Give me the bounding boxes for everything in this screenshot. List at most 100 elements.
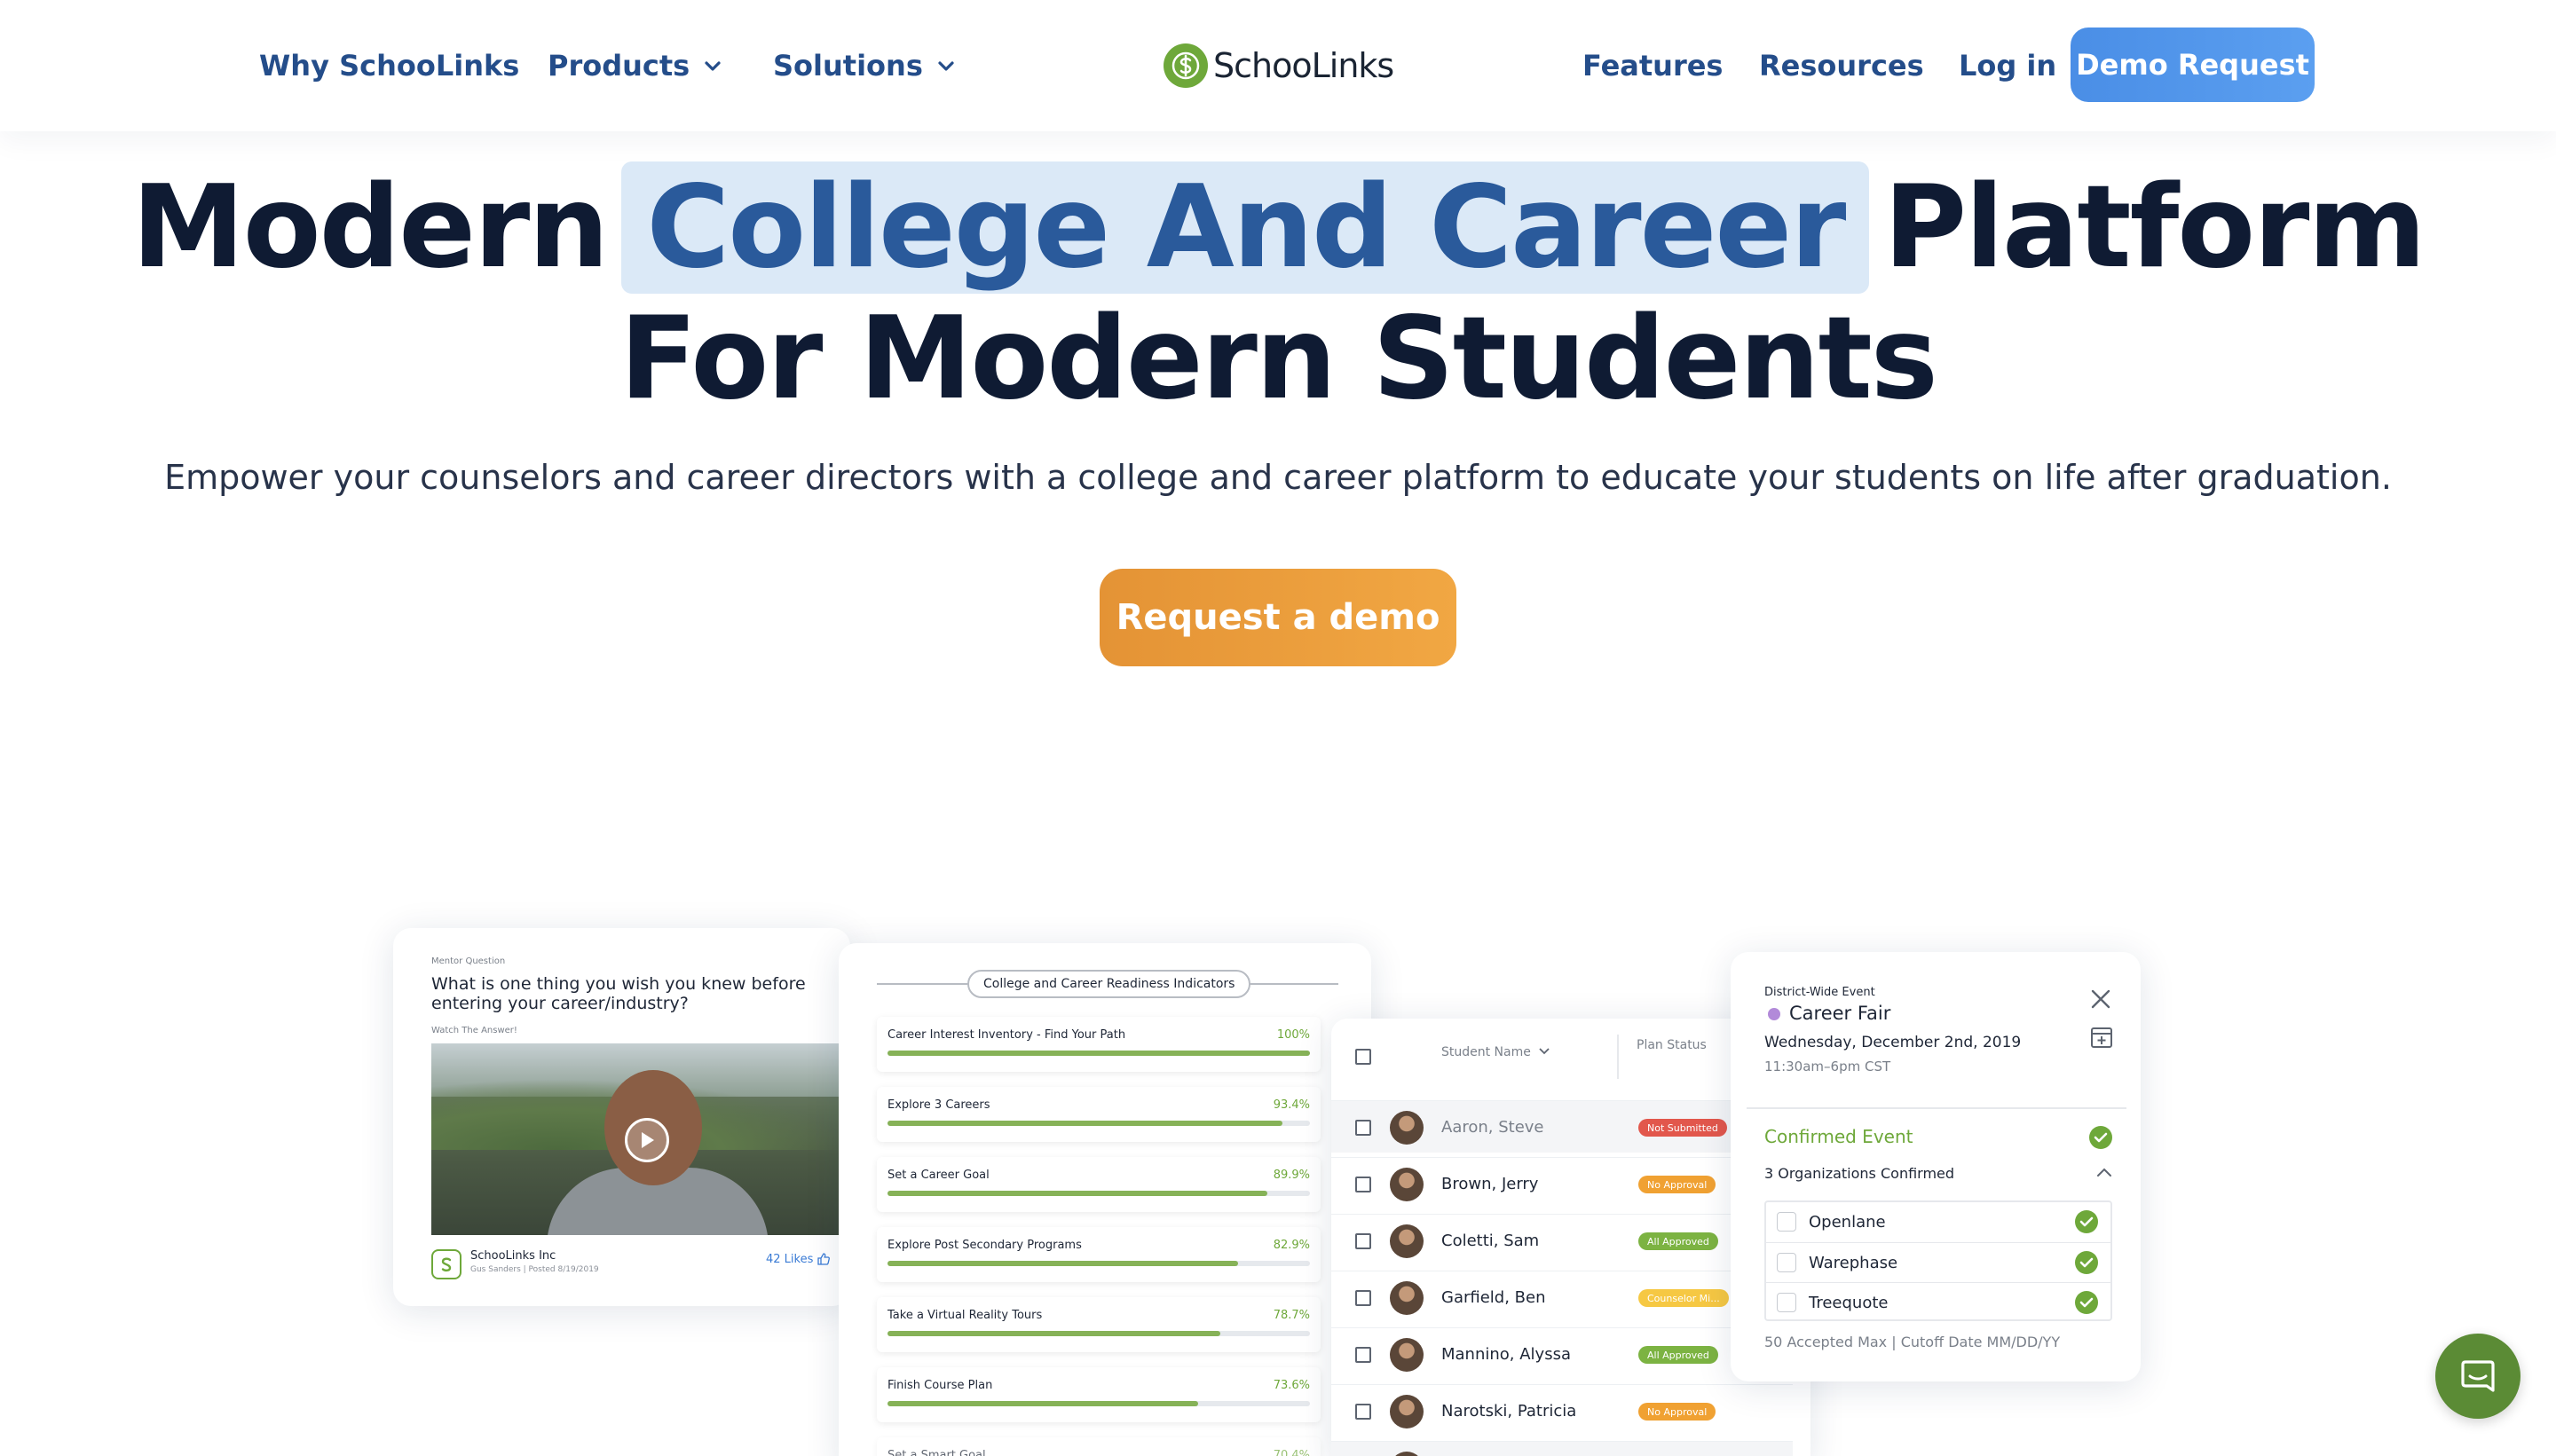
chat-bubble-icon [2461,1360,2495,1392]
indicator-percent: 78.7% [1273,1309,1310,1322]
readiness-indicator-row: Set a Career Goal 89.9% [877,1157,1321,1212]
student-row[interactable]: Brown, Jerry No Approval [1331,1157,1793,1209]
plan-status-badge: No Approval [1638,1176,1716,1193]
row-checkbox[interactable] [1355,1233,1371,1249]
student-name: Brown, Jerry [1441,1175,1539,1193]
indicator-progress-fill [888,1121,1282,1126]
warephase-logo-icon [1777,1253,1796,1272]
select-all-checkbox[interactable] [1355,1049,1371,1065]
org-name: Warephase [1809,1254,1898,1272]
indicator-progress-fill [888,1191,1267,1196]
student-avatar [1390,1395,1424,1428]
nav-features-label: Features [1582,49,1724,83]
nav-products[interactable]: Products [548,41,723,91]
indicator-name: Set a Career Goal [888,1169,990,1182]
event-time: 11:30am–6pm CST [1764,1059,1891,1074]
indicator-percent: 93.4% [1273,1098,1310,1112]
nav-why-schoolinks[interactable]: Why SchooLinks [259,41,519,91]
chevron-down-icon [705,61,721,71]
plan-status-badge: All Approved [1638,1346,1718,1364]
mentor-question-label: Mentor Question [431,956,506,966]
row-checkbox[interactable] [1355,1177,1371,1192]
readiness-indicator-row: Explore Post Secondary Programs 82.9% [877,1227,1321,1282]
close-icon[interactable] [2089,988,2112,1011]
indicator-name: Take a Virtual Reality Tours [888,1309,1043,1322]
student-row[interactable]: Garfield, Ben Counselor Mi... [1331,1271,1793,1323]
student-avatar [1390,1168,1424,1201]
nav-login[interactable]: Log in [1959,41,2056,91]
likes-label: 42 Likes [766,1252,814,1266]
schoolinks-logo[interactable]: SchooLinks [1164,39,1394,92]
org-name: Treequote [1809,1294,1889,1312]
readiness-indicator-row: Finish Course Plan 73.6% [877,1367,1321,1422]
student-name: Mannino, Alyssa [1441,1345,1571,1364]
row-checkbox[interactable] [1355,1290,1371,1306]
event-color-dot [1768,1008,1780,1020]
check-circle-icon [2075,1251,2098,1274]
student-name: Garfield, Ben [1441,1288,1546,1307]
nav-features[interactable]: Features [1582,41,1723,91]
career-fair-event-card: District-Wide Event Career Fair Wednesda… [1731,952,2141,1381]
student-row[interactable]: Narotski, Patricia No Approval [1331,1384,1793,1436]
student-avatar [1390,1281,1424,1315]
student-avatar [1390,1224,1424,1258]
nav-why-label: Why SchooLinks [259,49,520,83]
nav-resources-label: Resources [1759,49,1924,83]
readiness-indicator-row: Set a Smart Goal 70.4% [877,1437,1321,1456]
event-capacity-note: 50 Accepted Max | Cutoff Date MM/DD/YY [1764,1334,2061,1350]
mentor-video-thumbnail[interactable] [431,1043,850,1235]
logo-wordmark: SchooLinks [1213,46,1394,85]
mentor-org-name: SchooLinks Inc [470,1249,556,1263]
student-avatar [1390,1452,1424,1456]
indicator-progress-track [888,1191,1310,1196]
event-divider [1747,1107,2126,1109]
org-row: Warephase [1766,1242,2110,1281]
student-row[interactable]: Coletti, Sam All Approved [1331,1214,1793,1266]
nav-solutions-label: Solutions [773,49,923,83]
row-checkbox[interactable] [1355,1120,1371,1136]
student-avatar [1390,1338,1424,1372]
chevron-down-icon [1539,1048,1550,1055]
indicator-progress-track [888,1051,1310,1056]
student-row[interactable]: Mannino, Alyssa All Approved [1331,1327,1793,1380]
indicator-progress-fill [888,1331,1220,1336]
indicator-progress-track [888,1401,1310,1406]
indicator-name: Career Interest Inventory - Find Your Pa… [888,1028,1126,1042]
row-checkbox[interactable] [1355,1347,1371,1363]
readiness-indicators-card: College and Career Readiness Indicators … [839,943,1371,1456]
mentor-post-meta: Gus Sanders | Posted 8/19/2019 [470,1265,599,1274]
student-row[interactable]: Aaron, Steve Not Submitted [1331,1100,1793,1153]
column-header-plan-status: Plan Status [1637,1038,1707,1052]
indicator-name: Explore 3 Careers [888,1098,990,1112]
add-to-calendar-icon[interactable] [2089,1025,2114,1050]
column-header-student-name[interactable]: Student Name [1441,1045,1550,1059]
demo-request-button[interactable]: Demo Request [2071,28,2315,102]
play-icon[interactable] [625,1118,669,1162]
mentor-question-card: Mentor Question What is one thing you wi… [393,928,850,1306]
request-demo-button[interactable]: Request a demo [1100,569,1456,666]
org-row: Openlane [1766,1202,2110,1241]
student-name: Narotski, Patricia [1441,1402,1577,1421]
plan-status-badge: No Approval [1638,1403,1716,1421]
event-date: Wednesday, December 2nd, 2019 [1764,1034,2022,1051]
indicator-progress-track [888,1121,1310,1126]
student-row[interactable]: Peterson, ChristianNot Submitted [1331,1441,1793,1456]
hero-word-modern: Modern [131,161,609,294]
hero-subtitle: Empower your counselors and career direc… [164,458,2392,497]
nav-products-label: Products [548,49,690,83]
row-checkbox[interactable] [1355,1404,1371,1420]
indicator-name: Explore Post Secondary Programs [888,1239,1082,1252]
indicator-progress-track [888,1331,1310,1336]
student-avatar [1390,1111,1424,1145]
chevron-up-icon[interactable] [2094,1165,2114,1179]
hero-word-platform: Platform [1883,161,2426,294]
chat-launcher-button[interactable] [2435,1334,2520,1419]
student-name-header-label: Student Name [1441,1045,1531,1059]
indicator-percent: 73.6% [1273,1379,1310,1392]
indicator-percent: 70.4% [1273,1449,1310,1456]
check-circle-icon [2075,1210,2098,1233]
likes-count[interactable]: 42 Likes [766,1252,831,1266]
check-circle-icon [2075,1291,2098,1314]
nav-solutions[interactable]: Solutions [773,41,957,91]
nav-resources[interactable]: Resources [1759,41,1924,91]
